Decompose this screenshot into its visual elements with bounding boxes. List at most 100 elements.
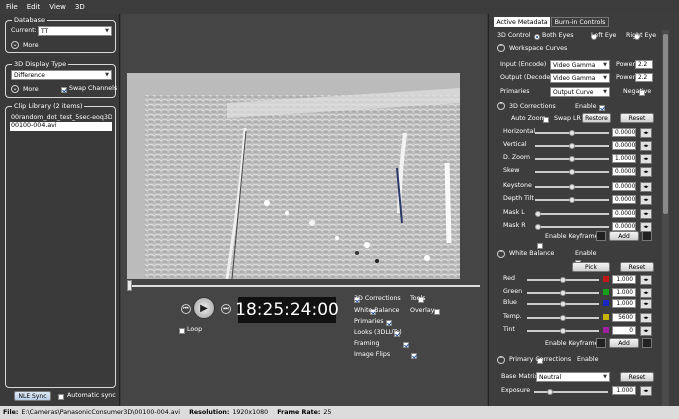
next-frame-icon[interactable]: ⏭ bbox=[221, 304, 231, 314]
add-keyframe-button[interactable]: Add bbox=[609, 231, 639, 241]
swap-channels-checkbox[interactable] bbox=[61, 87, 67, 93]
corr-row-spinner[interactable]: ◂▸ bbox=[640, 167, 652, 177]
corr-row-value[interactable]: 0.0000 bbox=[612, 167, 636, 176]
corr-row-slider-thumb[interactable] bbox=[569, 169, 575, 175]
corr-row-slider[interactable] bbox=[535, 169, 609, 175]
wb-row-slider-thumb[interactable] bbox=[560, 301, 566, 307]
corr-row-slider[interactable] bbox=[535, 211, 609, 217]
power-output[interactable]: 2.2 bbox=[635, 73, 653, 82]
radio-both-eyes[interactable] bbox=[534, 34, 540, 40]
corr-row-spinner[interactable]: ◂▸ bbox=[640, 128, 652, 138]
corr-row-value[interactable]: 0.0000 bbox=[612, 222, 636, 231]
wb-row-spinner[interactable]: ◂▸ bbox=[640, 288, 652, 298]
base-matrix-select[interactable]: Neutral ▼ bbox=[536, 372, 610, 382]
restore-button[interactable]: Restore bbox=[582, 113, 611, 123]
video-frame[interactable] bbox=[127, 73, 460, 280]
check-overlay[interactable] bbox=[434, 309, 441, 315]
scrollbar-thumb[interactable] bbox=[663, 34, 668, 214]
menu-file[interactable]: File bbox=[6, 3, 18, 11]
database-more[interactable]: More bbox=[23, 42, 39, 49]
corr-row-slider[interactable] bbox=[535, 143, 609, 149]
corr-row-spinner[interactable]: ◂▸ bbox=[640, 141, 652, 151]
input-encode-select[interactable]: Video Gamma ▼ bbox=[550, 60, 610, 70]
corr-row-slider-thumb[interactable] bbox=[569, 130, 575, 136]
clip-item[interactable]: 00random_dot_test_5sec-eoq3D.avi bbox=[11, 114, 112, 122]
corr-row-slider-thumb[interactable] bbox=[535, 224, 541, 230]
menu-edit[interactable]: Edit bbox=[27, 3, 41, 11]
timeline-track[interactable] bbox=[127, 285, 480, 287]
automatic-sync-checkbox[interactable] bbox=[58, 394, 64, 400]
wb-row-slider[interactable] bbox=[527, 277, 599, 283]
corr-row-spinner[interactable]: ◂▸ bbox=[640, 209, 652, 219]
clip-item-selected[interactable]: 00100-004.avi bbox=[10, 122, 112, 131]
check-image-flips[interactable] bbox=[410, 353, 417, 359]
collapse-icon[interactable]: ⌃ bbox=[497, 356, 505, 364]
wb-row-slider[interactable] bbox=[527, 301, 599, 307]
corr-row-value[interactable]: 0.0000 bbox=[612, 141, 636, 150]
wb-row-slider-thumb[interactable] bbox=[560, 277, 566, 283]
corr-row-spinner[interactable]: ◂▸ bbox=[640, 195, 652, 205]
wb-row-value[interactable]: 0 bbox=[612, 326, 636, 335]
enable-keyframes-checkbox[interactable] bbox=[537, 243, 543, 249]
database-select[interactable]: TT ▼ bbox=[38, 26, 112, 36]
wb-row-spinner[interactable]: ◂▸ bbox=[640, 299, 652, 309]
wb-row-slider-thumb[interactable] bbox=[560, 328, 566, 334]
tab-burn-in-controls[interactable]: Burn-in Controls bbox=[551, 17, 609, 27]
display-type-select[interactable]: Difference ▼ bbox=[11, 70, 112, 80]
collapse-icon[interactable]: ⌃ bbox=[497, 44, 505, 52]
wb-row-slider[interactable] bbox=[527, 328, 599, 334]
wb-row-value[interactable]: 1.000 bbox=[612, 288, 636, 297]
wb-keyframe-prev-icon[interactable] bbox=[596, 338, 606, 348]
corr-row-value[interactable]: 0.0000 bbox=[612, 128, 636, 137]
wb-add-keyframe-button[interactable]: Add bbox=[609, 338, 639, 348]
previous-frame-icon[interactable]: ⏮ bbox=[181, 304, 191, 314]
exposure-value[interactable]: 1.000 bbox=[612, 386, 636, 395]
wb-row-value[interactable]: 5600 bbox=[612, 313, 636, 322]
corr-row-slider-thumb[interactable] bbox=[569, 197, 575, 203]
corr-row-slider-thumb[interactable] bbox=[569, 184, 575, 190]
wb-row-slider-thumb[interactable] bbox=[560, 315, 566, 321]
corr-row-slider-thumb[interactable] bbox=[535, 211, 541, 217]
3d-corrections-enable[interactable] bbox=[599, 105, 606, 111]
corr-row-slider-thumb[interactable] bbox=[569, 143, 575, 149]
timeline-thumb[interactable] bbox=[127, 280, 132, 291]
wb-row-spinner[interactable]: ◂▸ bbox=[640, 313, 652, 323]
menu-3d[interactable]: 3D bbox=[75, 3, 85, 11]
wb-row-spinner[interactable]: ◂▸ bbox=[640, 275, 652, 285]
wb-row-slider-thumb[interactable] bbox=[560, 290, 566, 296]
reset-corrections-button[interactable]: Reset bbox=[620, 113, 654, 123]
check-primaries[interactable] bbox=[386, 320, 393, 326]
wb-row-slider[interactable] bbox=[527, 290, 599, 296]
keyframe-prev-icon[interactable] bbox=[596, 231, 606, 241]
collapse-icon[interactable]: ⌃ bbox=[497, 102, 505, 110]
exposure-spinner[interactable]: ◂▸ bbox=[640, 386, 652, 396]
menu-view[interactable]: View bbox=[49, 3, 66, 11]
tab-active-metadata[interactable]: Active Metadata bbox=[494, 17, 550, 27]
power-input[interactable]: 2.2 bbox=[635, 60, 653, 69]
expand-icon[interactable]: ⌄ bbox=[11, 41, 19, 49]
reset-white-balance-button[interactable]: Reset bbox=[620, 262, 654, 272]
wb-row-spinner[interactable]: ◂▸ bbox=[640, 326, 652, 336]
keyframe-next-icon[interactable] bbox=[642, 231, 652, 241]
exposure-slider[interactable] bbox=[534, 389, 608, 395]
loop-checkbox[interactable] bbox=[179, 328, 185, 334]
scrollbar[interactable] bbox=[662, 30, 669, 408]
check-framing[interactable] bbox=[402, 342, 409, 348]
primaries-select[interactable]: Output Curve ▼ bbox=[550, 87, 610, 97]
wb-keyframe-next-icon[interactable] bbox=[642, 338, 652, 348]
corr-row-value[interactable]: 0.0000 bbox=[612, 182, 636, 191]
nle-sync-button[interactable]: NLE Sync bbox=[14, 391, 51, 401]
corr-row-value[interactable]: 0.0000 bbox=[612, 195, 636, 204]
corr-row-value[interactable]: 0.0000 bbox=[612, 209, 636, 218]
corr-row-spinner[interactable]: ◂▸ bbox=[640, 182, 652, 192]
wb-row-value[interactable]: 1.000 bbox=[612, 275, 636, 284]
expand-icon[interactable]: ⌄ bbox=[11, 85, 19, 93]
wb-row-value[interactable]: 1.000 bbox=[612, 299, 636, 308]
play-icon[interactable]: ▶ bbox=[193, 297, 215, 319]
output-decode-select[interactable]: Video Gamma ▼ bbox=[550, 73, 610, 83]
corr-row-slider[interactable] bbox=[535, 184, 609, 190]
reset-primary-button[interactable]: Reset bbox=[620, 372, 654, 382]
corr-row-value[interactable]: 1.0000 bbox=[612, 154, 636, 163]
corr-row-slider-thumb[interactable] bbox=[569, 156, 575, 162]
pick-button[interactable]: Pick bbox=[572, 262, 610, 272]
